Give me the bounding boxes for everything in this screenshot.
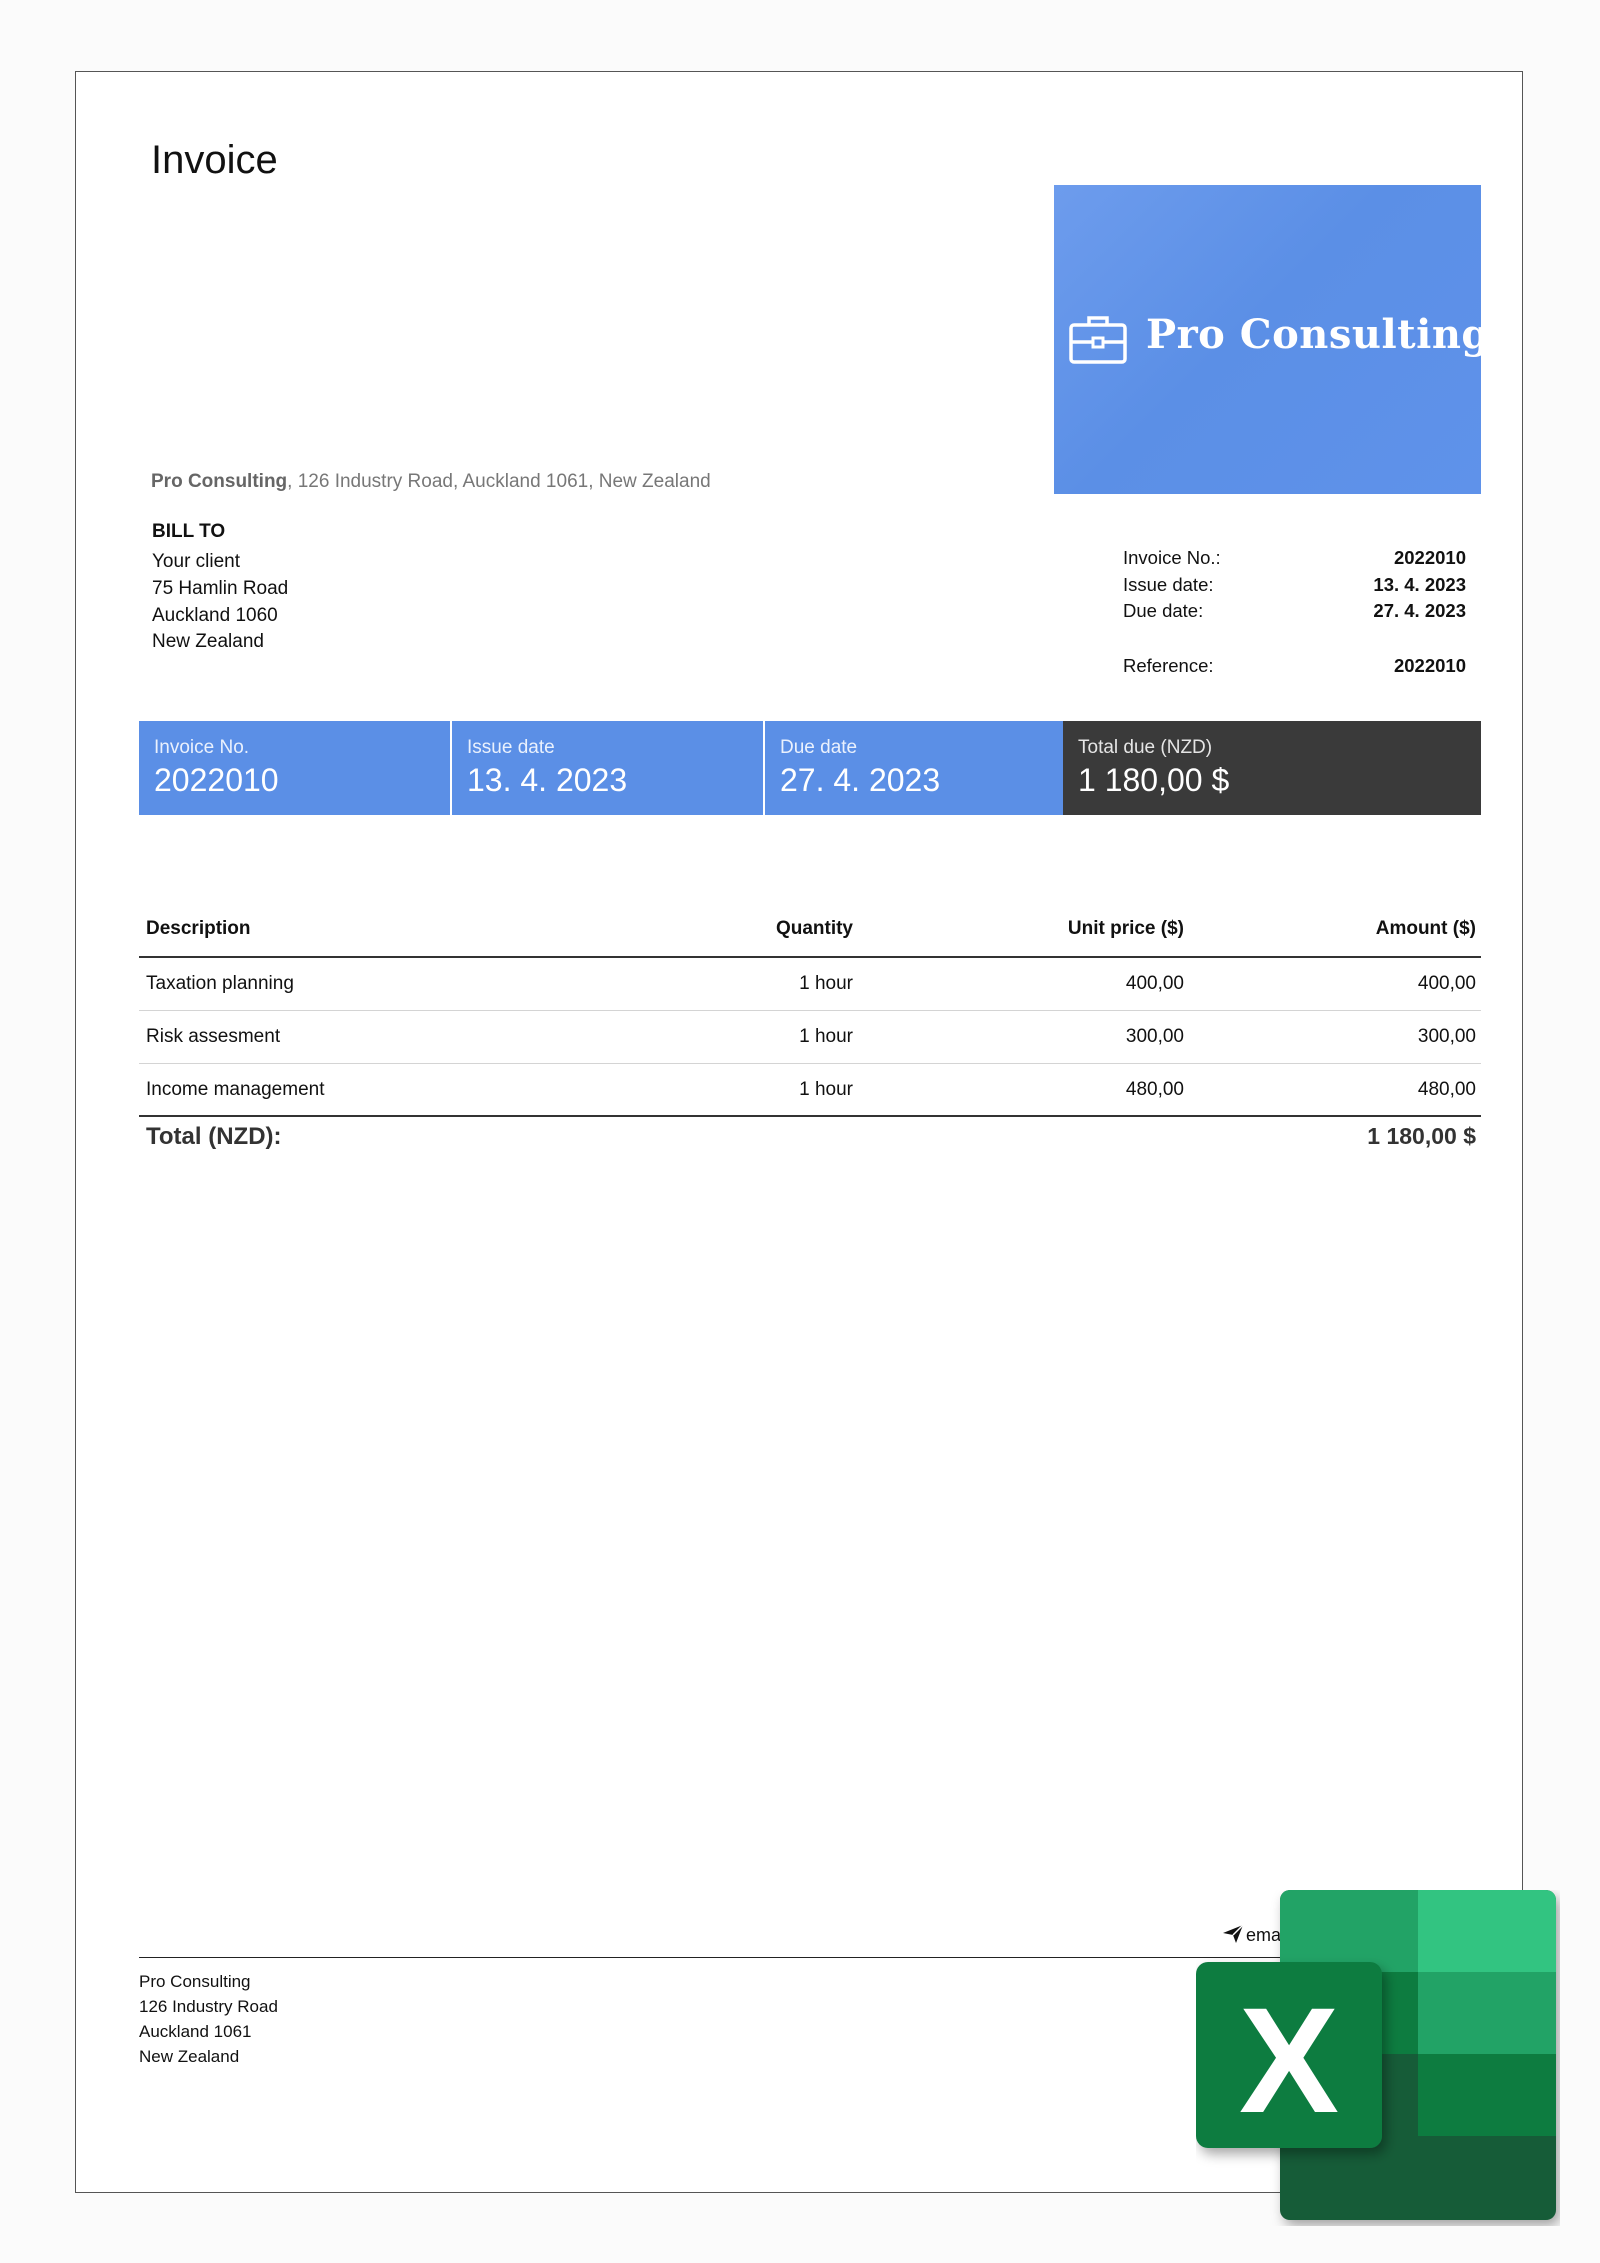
sender-address-line: Pro Consulting, 126 Industry Road, Auckl… (151, 471, 711, 493)
footer-address-line: 126 Industry Road (139, 1997, 278, 2016)
table-row: Risk assesment 1 hour 300,00 300,00 (139, 1011, 1481, 1064)
meta-invoice-no-label: Invoice No.: (1123, 547, 1221, 568)
header-amount: Amount ($) (1375, 918, 1476, 939)
meta-reference: 2022010 (1393, 655, 1466, 676)
summary-value: 1 180,00 $ (1078, 762, 1230, 798)
excel-icon: X (1196, 1890, 1556, 2220)
bill-to-line: Auckland 1060 (152, 605, 278, 626)
line-items-table: Description Quantity Unit price ($) Amou… (139, 905, 1481, 1157)
total-label: Total (NZD): (146, 1123, 282, 1150)
bill-to-line: New Zealand (152, 631, 264, 652)
row-unit-price: 480,00 (1125, 1079, 1184, 1100)
summary-value: 13. 4. 2023 (467, 762, 628, 798)
header-description: Description (146, 918, 251, 939)
table-header-row: Description Quantity Unit price ($) Amou… (139, 905, 1481, 958)
table-total-row: Total (NZD): 1 180,00 $ (139, 1117, 1481, 1157)
meta-issue-date: 13. 4. 2023 (1373, 574, 1466, 595)
summary-label: Issue date (467, 737, 555, 758)
row-quantity: 1 hour (799, 1026, 853, 1047)
summary-value: 27. 4. 2023 (780, 762, 941, 798)
meta-reference-label: Reference: (1123, 655, 1214, 676)
meta-invoice-no: 2022010 (1393, 547, 1466, 568)
footer-address-line: New Zealand (139, 2047, 240, 2066)
row-unit-price: 400,00 (1125, 973, 1184, 994)
summary-value: 2022010 (154, 762, 279, 798)
row-description: Income management (146, 1079, 325, 1100)
briefcase-icon (1069, 316, 1127, 364)
summary-total-due: Total due (NZD) 1 180,00 $ (1063, 721, 1481, 815)
summary-label: Invoice No. (154, 737, 250, 758)
row-unit-price: 300,00 (1125, 1026, 1184, 1047)
summary-invoice-no: Invoice No. 2022010 (139, 721, 452, 815)
footer-address-line: Pro Consulting (139, 1972, 251, 1991)
row-quantity: 1 hour (799, 973, 853, 994)
row-amount: 480,00 (1417, 1079, 1476, 1100)
total-value: 1 180,00 $ (1367, 1123, 1476, 1149)
bill-to-heading: BILL TO (152, 521, 226, 542)
footer-address-line: Auckland 1061 (139, 2022, 252, 2041)
invoice-summary-bar: Invoice No. 2022010 Issue date 13. 4. 20… (139, 721, 1481, 815)
summary-due-date: Due date 27. 4. 2023 (765, 721, 1063, 815)
summary-issue-date: Issue date 13. 4. 2023 (452, 721, 765, 815)
row-amount: 400,00 (1417, 973, 1476, 994)
invoice-page: Invoice Pro Consulting Pro Consulting, 1… (75, 71, 1523, 2193)
invoice-title: Invoice (151, 138, 278, 182)
excel-letter: X (1239, 1976, 1339, 2144)
logo-text: Pro Consulting (1146, 311, 1490, 358)
table-row: Income management 1 hour 480,00 480,00 (139, 1064, 1481, 1117)
meta-due-date: 27. 4. 2023 (1373, 600, 1466, 621)
row-amount: 300,00 (1417, 1026, 1476, 1047)
summary-label: Due date (780, 737, 858, 758)
row-quantity: 1 hour (799, 1079, 853, 1100)
bill-to-line: 75 Hamlin Road (152, 578, 289, 599)
header-quantity: Quantity (775, 918, 853, 939)
sender-name: Pro Consulting (151, 471, 288, 492)
company-logo: Pro Consulting (1054, 185, 1489, 494)
meta-due-date-label: Due date: (1123, 600, 1204, 621)
table-row: Taxation planning 1 hour 400,00 400,00 (139, 958, 1481, 1011)
sender-address: , 126 Industry Road, Auckland 1061, New … (287, 471, 711, 492)
bill-to-line: Your client (152, 551, 241, 572)
header-unit-price: Unit price ($) (1067, 918, 1184, 939)
meta-issue-date-label: Issue date: (1123, 574, 1214, 595)
row-description: Taxation planning (146, 973, 294, 994)
summary-label: Total due (NZD) (1078, 737, 1213, 758)
row-description: Risk assesment (146, 1026, 281, 1047)
